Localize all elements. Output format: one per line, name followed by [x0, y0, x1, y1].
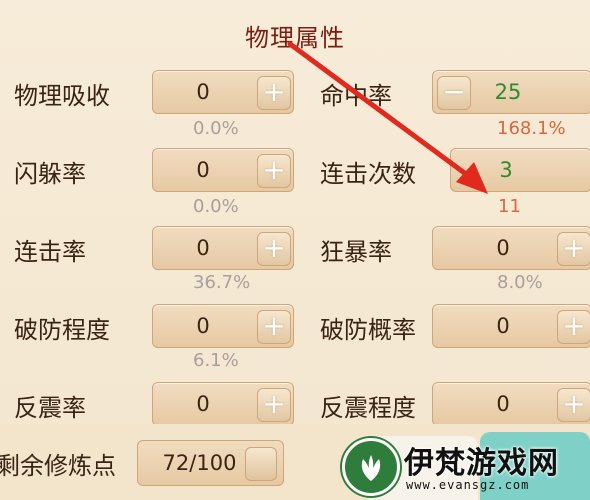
watermark-title: 伊梵游戏网 [404, 446, 559, 481]
attribute-panel: 物理属性 物理吸收 0 + 0.0% 命中率 − 25 168.1% 闪躲率 0… [0, 0, 590, 500]
reset-button[interactable] [245, 447, 277, 481]
remaining-points-field: 72/100 [137, 440, 284, 486]
watermark-url: www.evansgz.com [406, 478, 530, 492]
watermark-logo-icon [342, 438, 400, 496]
remaining-points-value: 72/100 [162, 451, 237, 475]
remaining-points-label: 剩余修炼点 [0, 452, 116, 480]
watermark: 伊梵游戏网 www.evansgz.com [334, 428, 590, 500]
